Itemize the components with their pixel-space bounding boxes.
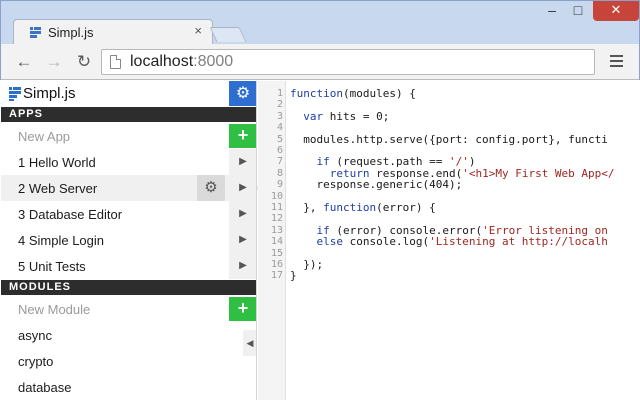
line-number: 4 (276, 122, 283, 134)
new-app-row[interactable]: New App + (1, 123, 256, 149)
code-text[interactable]: else console.log('Listening at http://lo… (290, 236, 608, 247)
window-close-button[interactable]: ✕ (593, 1, 639, 21)
line-number: 3 (276, 110, 283, 122)
module-item-label[interactable]: async (18, 328, 52, 343)
app-item-label[interactable]: 3 Database Editor (18, 207, 122, 222)
line-number: 2 (276, 99, 283, 111)
sidebar: Simpl.js ⚙ APPS New App + 1 Hello World … (1, 81, 257, 400)
run-app-play-icon[interactable]: ▶ (229, 227, 256, 253)
code-editor[interactable]: 1 function(modules) { 2 3 var hits = 0; 4 5 m… (258, 81, 639, 400)
line-number: 16 (270, 259, 283, 270)
code-text[interactable]: return response.end('<h1>My First Web Ap… (290, 168, 615, 179)
app-item[interactable]: 4 Simple Login ▶ (1, 227, 256, 253)
page-icon (110, 55, 121, 69)
tab-close-icon[interactable]: × (194, 23, 202, 38)
line-number: 15 (270, 247, 283, 259)
new-module-row[interactable]: New Module + (1, 296, 256, 322)
app-item[interactable]: 3 Database Editor ▶ (1, 201, 256, 227)
line-number: 7 (276, 156, 283, 168)
line-number: 5 (276, 133, 283, 145)
run-app-play-icon[interactable]: ▶ (229, 253, 256, 279)
code-text[interactable]: modules.http.serve({port: config.port}, … (290, 134, 608, 145)
code-text[interactable]: }); (290, 259, 323, 270)
code-text[interactable]: function(modules) { (290, 88, 416, 99)
modules-section-header: MODULES (1, 280, 256, 295)
module-item[interactable]: database (1, 374, 256, 400)
url-host: localhost (130, 53, 194, 70)
run-app-play-icon[interactable]: ▶ (229, 201, 256, 227)
app-item-label[interactable]: 4 Simple Login (18, 233, 104, 248)
line-number: 14 (270, 236, 283, 248)
new-module-input[interactable]: New Module (18, 302, 90, 317)
window-minimize-button[interactable]: – (541, 1, 563, 21)
add-module-button[interactable]: + (229, 297, 256, 321)
tab-title: Simpl.js (48, 25, 94, 40)
url-port: :8000 (193, 53, 234, 70)
code-text[interactable]: var hits = 0; (290, 111, 389, 122)
new-app-input[interactable]: New App (18, 129, 70, 144)
module-item[interactable]: crypto (1, 348, 256, 374)
window-maximize-button[interactable]: □ (567, 1, 589, 21)
app-item[interactable]: 5 Unit Tests ▶ (1, 253, 256, 279)
address-bar[interactable]: localhost:8000 (101, 49, 595, 75)
line-number: 17 (270, 270, 283, 282)
simpljs-logo-icon (9, 87, 21, 101)
brand-header: Simpl.js ⚙ (1, 81, 256, 107)
code-text[interactable]: } (290, 270, 297, 281)
app-item-label[interactable]: 5 Unit Tests (18, 259, 86, 274)
add-app-button[interactable]: + (229, 124, 256, 148)
module-item-label[interactable]: crypto (18, 354, 53, 369)
line-number: 13 (270, 224, 283, 236)
code-text[interactable]: if (request.path == '/') (290, 156, 476, 167)
run-app-play-icon[interactable]: ▶ (229, 175, 256, 201)
module-item[interactable]: async (1, 322, 256, 348)
collapse-sidebar-icon[interactable]: ◀ (243, 330, 256, 356)
browser-toolbar: ← → ↻ localhost:8000 (1, 44, 639, 80)
simpljs-app: Simpl.js ⚙ APPS New App + 1 Hello World … (1, 81, 639, 400)
line-number: 10 (270, 190, 283, 202)
settings-gear-icon[interactable]: ⚙ (229, 81, 256, 106)
app-item-selected[interactable]: 2 Web Server ⚙ ▶ (1, 175, 256, 201)
line-number: 8 (276, 167, 283, 179)
code-text[interactable]: }, function(error) { (290, 202, 435, 213)
line-number: 12 (270, 213, 283, 225)
forward-arrow-icon[interactable]: → (43, 51, 65, 73)
code-text[interactable]: if (error) console.error('Error listenin… (290, 225, 608, 236)
line-number: 1 (276, 88, 283, 99)
app-item-label[interactable]: 1 Hello World (18, 155, 96, 170)
reload-icon[interactable]: ↻ (73, 51, 95, 73)
apps-section-header: APPS (1, 107, 256, 122)
brand-name: Simpl.js (23, 85, 76, 102)
back-arrow-icon[interactable]: ← (13, 51, 35, 73)
module-item-label[interactable]: database (18, 380, 72, 395)
app-item[interactable]: 1 Hello World ▶ (1, 149, 256, 175)
run-app-play-icon[interactable]: ▶ (229, 149, 256, 175)
browser-menu-icon[interactable] (610, 55, 623, 70)
line-number: 11 (270, 202, 283, 213)
app-settings-gear-icon[interactable]: ⚙ (197, 175, 225, 201)
app-item-label[interactable]: 2 Web Server (18, 181, 97, 196)
browser-tab[interactable]: Simpl.js × (13, 19, 213, 45)
simpljs-favicon-icon (30, 27, 41, 39)
line-number: 6 (276, 145, 283, 156)
line-number: 9 (276, 179, 283, 191)
code-text[interactable]: response.generic(404); (290, 179, 462, 190)
new-tab-button[interactable] (209, 27, 247, 42)
url-text: localhost:8000 (130, 53, 233, 71)
